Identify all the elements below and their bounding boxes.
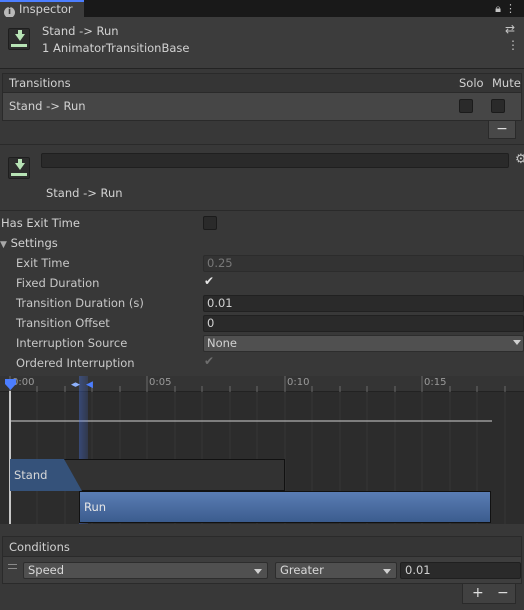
transition-icon	[8, 28, 30, 50]
header-title: Stand -> Run	[42, 24, 119, 38]
ordered-interruption-checkbox: ✔	[204, 354, 215, 368]
ordered-interruption-label: Ordered Interruption	[16, 356, 135, 370]
transition-row-name: Stand -> Run	[9, 99, 86, 113]
condition-threshold-field[interactable]: 0.01	[400, 562, 521, 579]
fixed-duration-label: Fixed Duration	[16, 276, 100, 290]
chevron-down-icon	[254, 569, 262, 574]
foldout-arrow-icon: ▼	[0, 240, 7, 250]
solo-label: Solo	[459, 76, 484, 90]
interruption-source-label: Interruption Source	[16, 336, 128, 350]
exit-time-label: Exit Time	[16, 256, 70, 270]
playhead-marker[interactable]	[5, 378, 17, 395]
transition-row[interactable]: Stand -> Run	[2, 93, 522, 121]
remove-transition-button[interactable]: −	[488, 121, 516, 139]
has-exit-time-checkbox[interactable]	[203, 216, 217, 230]
interruption-source-dropdown[interactable]: None	[203, 335, 524, 352]
transition-name-field[interactable]	[41, 153, 509, 168]
destination-state-bar[interactable]	[79, 491, 491, 523]
transition-end-handle-icon[interactable]: ◀	[86, 380, 93, 390]
chevron-down-icon	[513, 340, 521, 345]
conditions-label: Conditions	[9, 540, 70, 554]
tab-title: Inspector	[19, 2, 73, 16]
tab-inspector[interactable]: i Inspector	[0, 0, 84, 18]
transition-duration-label: Transition Duration (s)	[16, 296, 144, 310]
playhead-line	[9, 391, 11, 524]
gear-icon[interactable]: ⚙	[515, 152, 524, 167]
condition-buttons: + −	[462, 584, 516, 604]
condition-mode-dropdown[interactable]: Greater	[275, 562, 397, 579]
transitions-label: Transitions	[9, 76, 71, 90]
lock-icon[interactable]: 🔒︎	[495, 2, 505, 15]
remove-condition-button[interactable]: −	[497, 584, 509, 602]
solo-checkbox[interactable]	[459, 99, 473, 113]
destination-state-label: Run	[84, 500, 107, 514]
fixed-duration-checkbox[interactable]: ✔	[204, 274, 214, 288]
menu-icon[interactable]: ⋮	[505, 2, 520, 15]
condition-parameter-value: Speed	[28, 563, 65, 577]
chevron-down-icon	[383, 569, 391, 574]
preset-icon[interactable]: ⇄	[505, 22, 515, 36]
tab-actions: 🔒︎⋮	[495, 0, 520, 17]
divider	[0, 210, 524, 211]
conditions-header: Conditions	[2, 536, 522, 557]
interruption-source-value: None	[207, 336, 238, 350]
drag-handle-icon[interactable]	[8, 564, 17, 569]
transition-duration-field[interactable]: 0.01	[203, 295, 524, 312]
mute-label: Mute	[492, 76, 521, 90]
condition-mode-value: Greater	[280, 563, 324, 577]
more-icon[interactable]: ⋮	[507, 38, 519, 52]
mute-checkbox[interactable]	[491, 99, 505, 113]
settings-label: Settings	[10, 236, 58, 250]
has-exit-time-label: Has Exit Time	[1, 216, 80, 230]
condition-parameter-dropdown[interactable]: Speed	[23, 562, 268, 579]
tick-label: 0:05	[149, 377, 172, 388]
transition-caption: Stand -> Run	[46, 186, 123, 200]
source-state-label: Stand	[14, 468, 48, 482]
tick-label: 0:15	[424, 377, 447, 388]
transition-icon	[8, 157, 30, 179]
transition-offset-label: Transition Offset	[16, 316, 110, 330]
settings-foldout[interactable]: ▼ Settings	[0, 236, 58, 250]
tick-label: 0:10	[287, 377, 310, 388]
exit-time-field: 0.25	[203, 255, 524, 272]
condition-row[interactable]: Speed Greater 0.01	[2, 557, 522, 584]
divider	[0, 144, 524, 145]
transitions-header: Transitions Solo Mute	[2, 73, 522, 93]
add-condition-button[interactable]: +	[472, 584, 484, 602]
transition-offset-field[interactable]: 0	[203, 315, 524, 332]
transition-start-handle-icon[interactable]: ◂▸	[71, 380, 80, 390]
header-subtitle: 1 AnimatorTransitionBase	[42, 41, 190, 55]
